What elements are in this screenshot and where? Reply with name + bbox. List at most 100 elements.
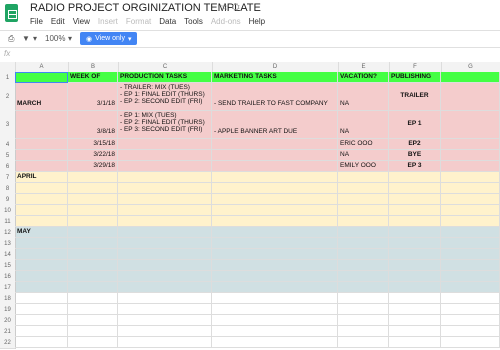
- cell-vacation[interactable]: [338, 293, 389, 304]
- cell-g[interactable]: [441, 150, 500, 161]
- cell-publishing[interactable]: EP 3: [389, 161, 441, 172]
- cell-vacation[interactable]: NA: [338, 150, 389, 161]
- menu-help[interactable]: Help: [249, 17, 265, 26]
- select-all-corner[interactable]: [0, 62, 16, 72]
- cell-production-tasks[interactable]: [118, 183, 212, 194]
- share-icon[interactable]: ⛭: [232, 2, 240, 13]
- cell-production-tasks[interactable]: [118, 315, 212, 326]
- menu-addons[interactable]: Add-ons: [211, 17, 241, 26]
- cell-g[interactable]: [441, 183, 500, 194]
- cell-month[interactable]: MAY: [15, 227, 68, 238]
- cell-vacation[interactable]: [338, 337, 389, 348]
- cell-month[interactable]: [15, 216, 68, 227]
- cell-g[interactable]: [441, 304, 500, 315]
- cell-g[interactable]: [441, 111, 500, 139]
- cell-marketing-tasks[interactable]: [212, 194, 338, 205]
- cell-month[interactable]: [15, 282, 68, 293]
- column-header-a[interactable]: A: [15, 62, 69, 72]
- cell-production-tasks[interactable]: [118, 216, 212, 227]
- menu-format[interactable]: Format: [126, 17, 151, 26]
- cell-month[interactable]: [15, 183, 68, 194]
- cell-month[interactable]: APRIL: [15, 172, 68, 183]
- cell-month[interactable]: [15, 139, 68, 150]
- cell-g[interactable]: [441, 194, 500, 205]
- cell-marketing-tasks[interactable]: [212, 282, 338, 293]
- cell-vacation[interactable]: NA: [338, 111, 389, 139]
- column-header-d[interactable]: D: [212, 62, 339, 72]
- cell-publishing[interactable]: [389, 172, 441, 183]
- cell-marketing-tasks[interactable]: [212, 271, 338, 282]
- cell-week[interactable]: [68, 282, 118, 293]
- cell-week[interactable]: [68, 238, 118, 249]
- cell-month[interactable]: [15, 271, 68, 282]
- print-icon[interactable]: ⎙: [8, 34, 14, 44]
- cell-production-tasks[interactable]: [118, 161, 212, 172]
- cell-marketing-header[interactable]: MARKETING TASKS: [212, 72, 338, 83]
- row-number[interactable]: 3: [0, 111, 16, 140]
- sheets-logo-icon[interactable]: [5, 4, 18, 22]
- star-icon[interactable]: ☆: [220, 2, 229, 13]
- cell-marketing-tasks[interactable]: [212, 315, 338, 326]
- cell-g[interactable]: [441, 315, 500, 326]
- cell-month[interactable]: [15, 337, 68, 348]
- column-header-g[interactable]: G: [441, 62, 500, 72]
- column-header-b[interactable]: B: [68, 62, 119, 72]
- menu-tools[interactable]: Tools: [184, 17, 203, 26]
- menu-edit[interactable]: Edit: [51, 17, 65, 26]
- cell-vacation[interactable]: [338, 326, 389, 337]
- cell-a1[interactable]: [15, 72, 68, 83]
- cell-g[interactable]: [441, 227, 500, 238]
- cell-publishing[interactable]: [389, 205, 441, 216]
- cell-production-tasks[interactable]: [118, 238, 212, 249]
- cell-g[interactable]: [441, 326, 500, 337]
- menu-view[interactable]: View: [73, 17, 90, 26]
- cell-production-tasks[interactable]: [118, 227, 212, 238]
- cell-production-tasks[interactable]: [118, 194, 212, 205]
- cell-production-tasks[interactable]: [118, 260, 212, 271]
- cell-vacation[interactable]: [338, 282, 389, 293]
- cell-production-tasks[interactable]: [118, 205, 212, 216]
- cell-month[interactable]: [15, 150, 68, 161]
- cell-g[interactable]: [441, 139, 500, 150]
- cell-publishing[interactable]: TRAILER: [389, 83, 441, 111]
- cell-marketing-tasks[interactable]: [212, 326, 338, 337]
- cell-marketing-tasks[interactable]: [212, 238, 338, 249]
- cell-month[interactable]: [15, 293, 68, 304]
- menu-insert[interactable]: Insert: [98, 17, 118, 26]
- cell-publishing[interactable]: [389, 282, 441, 293]
- cell-week[interactable]: [68, 337, 118, 348]
- cell-vacation[interactable]: [338, 227, 389, 238]
- cell-vacation-header[interactable]: VACATION?: [338, 72, 389, 83]
- cell-publishing[interactable]: [389, 337, 441, 348]
- cell-week[interactable]: [68, 326, 118, 337]
- cell-production-tasks[interactable]: [118, 293, 212, 304]
- cell-month[interactable]: [15, 111, 68, 139]
- view-only-button[interactable]: ◉ View only ▾: [80, 32, 138, 45]
- cell-marketing-tasks[interactable]: [212, 260, 338, 271]
- cell-week[interactable]: 3/22/18: [68, 150, 118, 161]
- menu-file[interactable]: File: [30, 17, 43, 26]
- cell-production-tasks[interactable]: [118, 271, 212, 282]
- cell-month[interactable]: [15, 161, 68, 172]
- cell-vacation[interactable]: ERIC OOO: [338, 139, 389, 150]
- cell-week[interactable]: [68, 304, 118, 315]
- cell-vacation[interactable]: [338, 172, 389, 183]
- cell-publishing[interactable]: [389, 326, 441, 337]
- cell-week[interactable]: 3/15/18: [68, 139, 118, 150]
- cell-marketing-tasks[interactable]: [212, 227, 338, 238]
- cell-publishing[interactable]: [389, 293, 441, 304]
- zoom-chevron-icon[interactable]: ▾: [68, 34, 72, 43]
- cell-publishing[interactable]: [389, 216, 441, 227]
- cell-production-tasks[interactable]: [118, 282, 212, 293]
- cell-week[interactable]: [68, 260, 118, 271]
- cell-month[interactable]: [15, 205, 68, 216]
- cell-month[interactable]: [15, 304, 68, 315]
- cell-marketing-tasks[interactable]: [212, 216, 338, 227]
- cell-g[interactable]: [441, 238, 500, 249]
- cell-week[interactable]: [68, 315, 118, 326]
- cell-week[interactable]: [68, 216, 118, 227]
- cell-marketing-tasks[interactable]: [212, 139, 338, 150]
- cell-week[interactable]: [68, 293, 118, 304]
- cell-production-header[interactable]: PRODUCTION TASKS: [118, 72, 212, 83]
- cell-publishing[interactable]: EP 1: [389, 111, 441, 139]
